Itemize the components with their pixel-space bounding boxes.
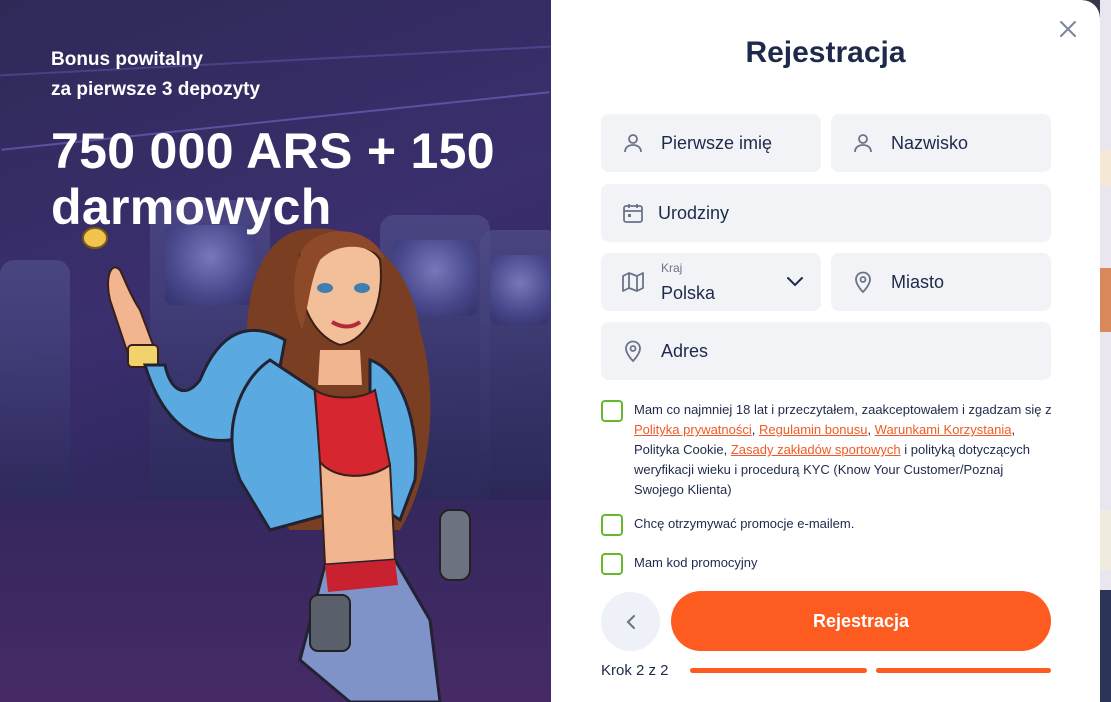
promo-headline-line1: 750 000 ARS + 150 bbox=[51, 123, 495, 179]
step-progress-bar-2 bbox=[876, 668, 1051, 673]
city-placeholder: Miasto bbox=[891, 271, 945, 292]
consent-separator: , bbox=[751, 422, 760, 437]
form-title: Rejestracja bbox=[745, 36, 906, 69]
birthday-placeholder: Urodziny bbox=[658, 202, 730, 223]
back-button[interactable] bbox=[601, 592, 660, 651]
step-progress-bar-1 bbox=[690, 668, 867, 673]
sports-betting-rules-link[interactable]: Zasady zakładów sportowych bbox=[731, 442, 901, 457]
map-icon bbox=[622, 272, 644, 292]
consent-text-part: Mam co najmniej 18 lat i przeczytałem, z… bbox=[634, 402, 1052, 417]
registration-modal: Bonus powitalny za pierwsze 3 depozyty 7… bbox=[0, 0, 1100, 702]
email-promo-row: Chcę otrzymywać promocje e-mailem. bbox=[601, 514, 1054, 536]
address-field[interactable]: Adres bbox=[601, 322, 1051, 380]
country-value: Polska bbox=[661, 283, 716, 303]
last-name-field[interactable]: Nazwisko bbox=[831, 114, 1051, 172]
email-promo-label: Chcę otrzymywać promocje e-mailem. bbox=[634, 516, 855, 531]
chevron-down-icon bbox=[787, 277, 803, 287]
promo-code-label: Mam kod promocyjny bbox=[634, 555, 758, 570]
terms-consent-text: Mam co najmniej 18 lat i przeczytałem, z… bbox=[634, 400, 1054, 500]
registration-form-panel: Rejestracja Pierwsze imię Nazwisko Urodz… bbox=[551, 0, 1100, 702]
last-name-placeholder: Nazwisko bbox=[891, 132, 969, 153]
character-illustration bbox=[82, 227, 471, 702]
promo-subtitle-line2: za pierwsze 3 depozyty bbox=[51, 79, 261, 100]
chevron-left-icon bbox=[626, 614, 635, 629]
step-indicator-label: Krok 2 z 2 bbox=[601, 662, 669, 679]
consent-separator: , bbox=[867, 422, 875, 437]
bonus-terms-link[interactable]: Regulamin bonusu bbox=[759, 422, 867, 437]
user-icon bbox=[854, 134, 872, 153]
terms-consent-row: Mam co najmniej 18 lat i przeczytałem, z… bbox=[601, 400, 1054, 500]
promo-panel: Bonus powitalny za pierwsze 3 depozyty 7… bbox=[0, 0, 551, 702]
calendar-icon bbox=[623, 204, 643, 223]
country-label: Kraj bbox=[661, 261, 683, 275]
terms-checkbox[interactable] bbox=[601, 400, 623, 422]
promo-code-row: Mam kod promocyjny bbox=[601, 553, 1054, 575]
email-promo-checkbox[interactable] bbox=[601, 514, 623, 536]
city-field[interactable]: Miasto bbox=[831, 253, 1051, 311]
promo-subtitle-line1: Bonus powitalny bbox=[51, 49, 203, 70]
location-pin-icon bbox=[625, 340, 641, 363]
privacy-policy-link[interactable]: Polityka prywatności bbox=[634, 422, 752, 437]
first-name-field[interactable]: Pierwsze imię bbox=[601, 114, 821, 172]
user-icon bbox=[624, 134, 642, 153]
birthday-field[interactable]: Urodziny bbox=[601, 184, 1051, 242]
promo-code-checkbox[interactable] bbox=[601, 553, 623, 575]
country-select[interactable]: Kraj Polska bbox=[601, 253, 821, 311]
terms-of-use-link[interactable]: Warunkami Korzystania bbox=[875, 422, 1012, 437]
first-name-placeholder: Pierwsze imię bbox=[661, 132, 773, 153]
location-pin-icon bbox=[855, 271, 871, 294]
background-page bbox=[1100, 0, 1111, 702]
address-placeholder: Adres bbox=[661, 340, 709, 361]
register-submit-button[interactable]: Rejestracja bbox=[671, 591, 1051, 651]
